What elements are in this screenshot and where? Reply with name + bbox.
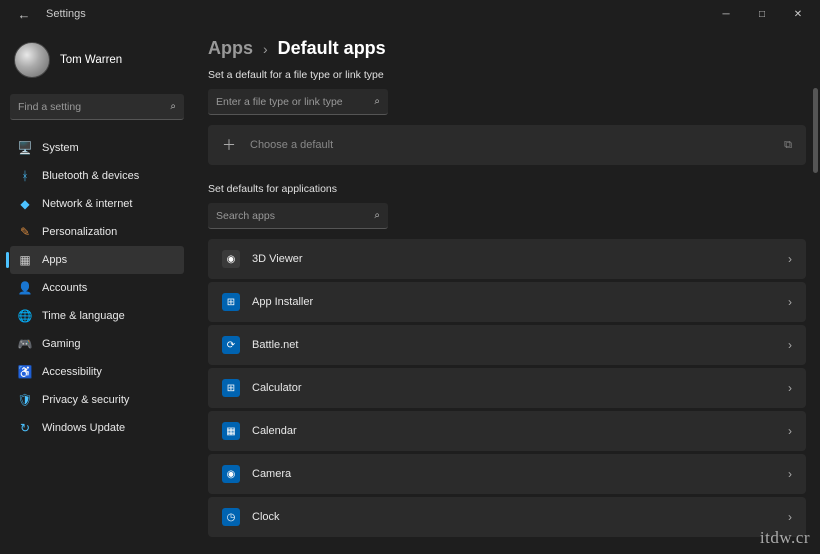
app-name: Calendar <box>252 425 297 437</box>
chevron-right-icon: › <box>788 467 792 481</box>
sidebar-item-label: Gaming <box>42 338 81 350</box>
sidebar-item-label: Time & language <box>42 310 125 322</box>
app-name: Battle.net <box>252 339 298 351</box>
app-icon: ◉ <box>222 250 240 268</box>
sidebar-item-label: Windows Update <box>42 422 125 434</box>
app-icon: ⟳ <box>222 336 240 354</box>
sidebar-item-apps[interactable]: ▦ Apps <box>10 246 184 274</box>
app-name: App Installer <box>252 296 313 308</box>
breadcrumb: Apps › Default apps <box>208 38 806 59</box>
open-icon: ⧉ <box>784 139 792 152</box>
personalization-icon: ✎ <box>18 225 32 239</box>
search-icon: ⌕ <box>170 101 176 112</box>
sidebar-item-label: Privacy & security <box>42 394 129 406</box>
titlebar: ← Settings ─ □ ✕ <box>0 0 820 28</box>
sidebar-search-input[interactable] <box>18 101 170 113</box>
app-row[interactable]: ▦ Calendar › <box>208 411 806 451</box>
close-button[interactable]: ✕ <box>780 0 816 28</box>
sidebar-item-label: System <box>42 142 79 154</box>
app-icon: ▦ <box>222 422 240 440</box>
window-title: Settings <box>46 8 86 20</box>
app-row[interactable]: ⊞ Calculator › <box>208 368 806 408</box>
sidebar-item-accounts[interactable]: 👤 Accounts <box>10 274 184 302</box>
sidebar-item-bluetooth[interactable]: ᚼ Bluetooth & devices <box>10 162 184 190</box>
update-icon: ↻ <box>18 421 32 435</box>
accessibility-icon: ♿ <box>18 365 32 379</box>
sidebar-item-privacy[interactable]: 🛡 Privacy & security <box>10 386 184 414</box>
sidebar-item-label: Bluetooth & devices <box>42 170 139 182</box>
section-heading-filetype: Set a default for a file type or link ty… <box>208 69 806 81</box>
watermark: itdw.cr <box>760 528 810 548</box>
scrollbar-thumb[interactable] <box>813 88 818 173</box>
app-name: Clock <box>252 511 280 523</box>
sidebar-search[interactable]: ⌕ <box>10 94 184 120</box>
sidebar-item-system[interactable]: 🖥️ System <box>10 134 184 162</box>
sidebar-item-label: Apps <box>42 254 67 266</box>
choose-default-label: Choose a default <box>250 139 333 151</box>
content-area: Apps › Default apps Set a default for a … <box>190 28 820 554</box>
sidebar-item-label: Personalization <box>42 226 117 238</box>
sidebar-item-label: Network & internet <box>42 198 132 210</box>
maximize-button[interactable]: □ <box>744 0 780 28</box>
privacy-icon: 🛡 <box>18 393 32 407</box>
apps-search-input[interactable] <box>216 210 374 222</box>
chevron-right-icon: › <box>788 252 792 266</box>
app-name: Calculator <box>252 382 302 394</box>
choose-default-row[interactable]: ＋ Choose a default ⧉ <box>208 125 806 165</box>
system-icon: 🖥️ <box>18 141 32 155</box>
chevron-right-icon: › <box>788 424 792 438</box>
sidebar-item-gaming[interactable]: 🎮 Gaming <box>10 330 184 358</box>
apps-search[interactable]: ⌕ <box>208 203 388 229</box>
breadcrumb-parent[interactable]: Apps <box>208 38 253 59</box>
user-name: Tom Warren <box>60 54 122 66</box>
sidebar-item-label: Accessibility <box>42 366 102 378</box>
section-heading-apps: Set defaults for applications <box>208 183 806 195</box>
app-row[interactable]: ⟳ Battle.net › <box>208 325 806 365</box>
breadcrumb-current: Default apps <box>278 38 386 59</box>
app-row[interactable]: ◷ Clock › <box>208 497 806 537</box>
accounts-icon: 👤 <box>18 281 32 295</box>
sidebar-item-personalization[interactable]: ✎ Personalization <box>10 218 184 246</box>
sidebar-item-accessibility[interactable]: ♿ Accessibility <box>10 358 184 386</box>
app-name: Camera <box>252 468 291 480</box>
search-icon: ⌕ <box>374 96 380 107</box>
chevron-right-icon: › <box>788 381 792 395</box>
apps-icon: ▦ <box>18 253 32 267</box>
search-icon: ⌕ <box>374 210 380 221</box>
sidebar: Tom Warren ⌕ 🖥️ System ᚼ Bluetooth & device… <box>0 28 190 554</box>
app-icon: ⊞ <box>222 293 240 311</box>
chevron-right-icon: › <box>263 41 268 57</box>
avatar <box>14 42 50 78</box>
app-row[interactable]: ◉ Camera › <box>208 454 806 494</box>
app-name: 3D Viewer <box>252 253 303 265</box>
sidebar-item-network[interactable]: ◆ Network & internet <box>10 190 184 218</box>
app-icon: ⊞ <box>222 379 240 397</box>
sidebar-item-update[interactable]: ↻ Windows Update <box>10 414 184 442</box>
chevron-right-icon: › <box>788 338 792 352</box>
network-icon: ◆ <box>18 197 32 211</box>
chevron-right-icon: › <box>788 510 792 524</box>
back-button[interactable]: ← <box>12 2 36 26</box>
sidebar-item-time[interactable]: 🌐 Time & language <box>10 302 184 330</box>
minimize-button[interactable]: ─ <box>708 0 744 28</box>
time-icon: 🌐 <box>18 309 32 323</box>
filetype-search-input[interactable] <box>216 96 374 108</box>
user-block[interactable]: Tom Warren <box>10 36 184 92</box>
app-icon: ◷ <box>222 508 240 526</box>
scrollbar[interactable] <box>813 88 818 554</box>
chevron-right-icon: › <box>788 295 792 309</box>
filetype-search[interactable]: ⌕ <box>208 89 388 115</box>
app-row[interactable]: ◉ 3D Viewer › <box>208 239 806 279</box>
app-list: ◉ 3D Viewer › ⊞ App Installer › ⟳ Battle.net › ⊞ C… <box>208 239 806 537</box>
app-row[interactable]: ⊞ App Installer › <box>208 282 806 322</box>
bluetooth-icon: ᚼ <box>18 169 32 183</box>
app-icon: ◉ <box>222 465 240 483</box>
sidebar-item-label: Accounts <box>42 282 87 294</box>
plus-icon: ＋ <box>222 135 236 155</box>
gaming-icon: 🎮 <box>18 337 32 351</box>
